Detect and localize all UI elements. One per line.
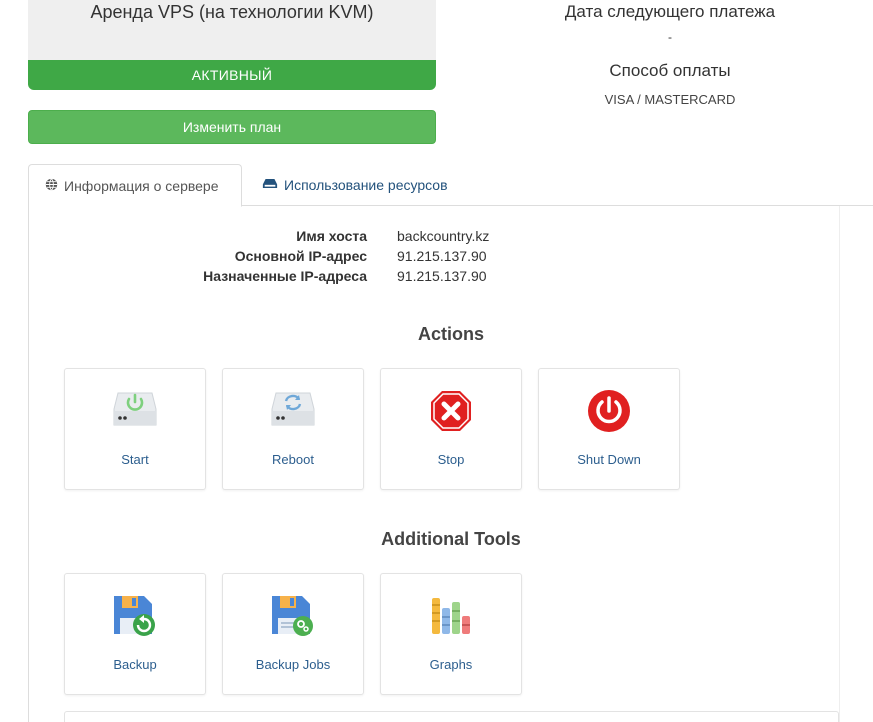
stop-button[interactable]: Stop (380, 368, 522, 490)
server-reboot-icon (223, 389, 363, 435)
stop-label: Stop (437, 452, 465, 467)
payment-method-value: VISA / MASTERCARD (604, 92, 736, 107)
next-payment-value: - (668, 30, 672, 44)
backup-jobs-button[interactable]: Backup Jobs (222, 573, 364, 695)
power-icon (539, 389, 679, 435)
shut-down-button[interactable]: Shut Down (538, 368, 680, 490)
assigned-ips-value: 91.215.137.90 (397, 268, 487, 284)
hdd-icon (262, 165, 278, 205)
tab-server-info[interactable]: Информация о сервере (28, 164, 242, 207)
floppy-restore-icon (65, 594, 205, 640)
globe-icon (45, 166, 58, 206)
service-details-page: Аренда VPS (на технологии KVM) АКТИВНЫЙ … (0, 0, 873, 722)
hostname-label: Имя хоста (296, 228, 367, 244)
server-power-icon (65, 389, 205, 435)
graphs-label: Graphs (429, 657, 473, 672)
assigned-ips-label: Назначенные IP-адреса (203, 268, 367, 284)
tab-label: Информация о сервере (64, 177, 219, 194)
hostname-value: backcountry.kz (397, 228, 490, 244)
tab-label: Использование ресурсов (284, 177, 448, 193)
stop-sign-icon (381, 389, 521, 435)
next-payment-label: Дата следующего платежа (564, 2, 776, 21)
backup-jobs-label: Backup Jobs (255, 657, 331, 672)
status-badge: АКТИВНЫЙ (28, 60, 436, 90)
tab-bar: Информация о сервере Использование ресур… (28, 164, 873, 207)
reboot-button[interactable]: Reboot (222, 368, 364, 490)
additional-tools-title: Additional Tools (381, 529, 521, 549)
plan-card: Аренда VPS (на технологии KVM) (28, 0, 436, 62)
backup-label: Backup (113, 657, 157, 672)
payment-method-label: Способ оплаты (609, 61, 731, 80)
start-label: Start (121, 452, 149, 467)
primary-ip-value: 91.215.137.90 (397, 248, 487, 264)
backup-button[interactable]: Backup (64, 573, 206, 695)
shut-down-label: Shut Down (577, 452, 641, 467)
change-plan-button[interactable]: Изменить план (28, 110, 436, 144)
actions-title: Actions (417, 324, 484, 344)
bottom-panel (64, 711, 839, 722)
bar-graph-icon (381, 594, 521, 640)
start-button[interactable]: Start (64, 368, 206, 490)
primary-ip-label: Основной IP-адрес (234, 248, 367, 264)
graphs-button[interactable]: Graphs (380, 573, 522, 695)
tab-resource-usage[interactable]: Использование ресурсов (246, 164, 464, 206)
floppy-gear-icon (223, 594, 363, 640)
reboot-label: Reboot (272, 452, 314, 467)
plan-title: Аренда VPS (на технологии KVM) (90, 2, 374, 22)
